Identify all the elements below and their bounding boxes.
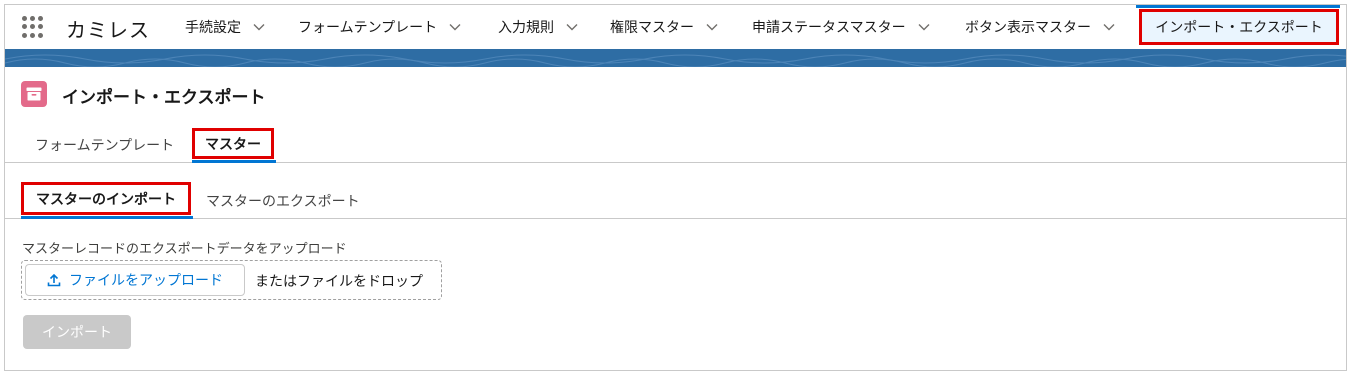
upload-button-label: ファイルをアップロード — [69, 273, 223, 289]
app-frame: カミレス 手続設定 フォームテンプレート 入力規則 権限マスター 申請ステータス… — [4, 4, 1347, 371]
nav-item-label: 権限マスター — [610, 20, 694, 36]
app-launcher-icon[interactable] — [22, 16, 44, 38]
nav-item-procedure-settings[interactable]: 手続設定 — [185, 5, 265, 49]
tab-active-indicator — [21, 216, 193, 219]
app-name: カミレス — [66, 18, 150, 42]
tabset-primary: フォームテンプレート マスター — [5, 127, 1346, 163]
chevron-down-icon[interactable] — [253, 21, 265, 33]
nav-item-label: 申請ステータスマスター — [752, 20, 906, 36]
chevron-down-icon[interactable] — [706, 21, 718, 33]
chevron-down-icon[interactable] — [566, 21, 578, 33]
upload-label: マスターレコードのエクスポートデータをアップロード — [22, 242, 347, 257]
nav-item-label: 手続設定 — [185, 20, 241, 36]
nav-item-label: ボタン表示マスター — [965, 20, 1091, 36]
nav-item-button-display-master[interactable]: ボタン表示マスター — [965, 5, 1115, 49]
nav-item-permission-master[interactable]: 権限マスター — [610, 5, 718, 49]
tab-master[interactable]: マスター — [192, 128, 274, 159]
upload-file-button[interactable]: ファイルをアップロード — [25, 264, 245, 296]
chevron-down-icon[interactable] — [449, 21, 461, 33]
header-band — [5, 49, 1346, 67]
chevron-down-icon[interactable] — [918, 21, 930, 33]
nav-item-label: フォームテンプレート — [298, 20, 438, 36]
page-title: インポート・エクスポート — [62, 88, 266, 108]
nav-item-import-export[interactable]: インポート・エクスポート — [1139, 9, 1339, 45]
top-navigation: カミレス 手続設定 フォームテンプレート 入力規則 権限マスター 申請ステータス… — [5, 5, 1346, 49]
nav-item-status-master[interactable]: 申請ステータスマスター — [752, 5, 930, 49]
drop-hint-text: またはファイルをドロップ — [255, 274, 423, 290]
tab-master-import[interactable]: マスターのインポート — [21, 182, 191, 215]
nav-item-form-templates[interactable]: フォームテンプレート — [298, 5, 461, 49]
upload-icon — [47, 273, 61, 287]
nav-item-input-rules[interactable]: 入力規則 — [498, 5, 578, 49]
tab-master-export[interactable]: マスターのエクスポート — [206, 191, 360, 211]
nav-active-indicator — [1136, 5, 1340, 8]
chevron-down-icon[interactable] — [1103, 21, 1115, 33]
tab-active-indicator — [192, 160, 276, 163]
import-button[interactable]: インポート — [23, 315, 131, 349]
nav-item-label: 入力規則 — [498, 20, 554, 36]
archive-icon — [21, 81, 47, 107]
nav-item-label: インポート・エクスポート — [1155, 20, 1323, 36]
tab-form-templates[interactable]: フォームテンプレート — [35, 135, 174, 155]
tabset-secondary: マスターのインポート マスターのエクスポート — [5, 181, 1346, 219]
